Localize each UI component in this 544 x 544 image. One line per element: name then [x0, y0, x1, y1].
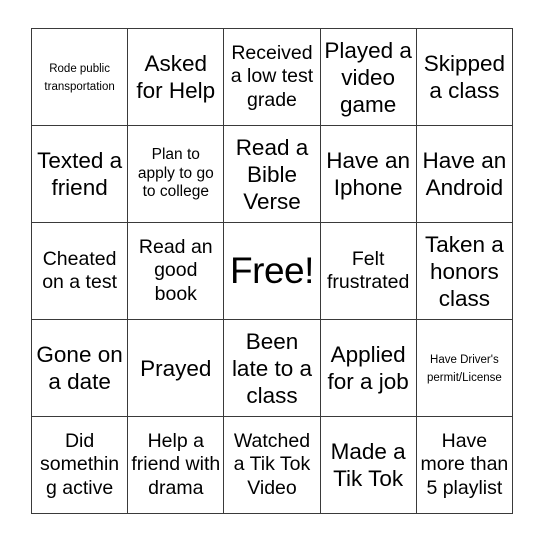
bingo-cell-r3c3[interactable]: Applied for a job — [319, 319, 417, 417]
bingo-grid-body: Rode public transportation Asked for Hel… — [30, 28, 514, 514]
bingo-cell-r1c1[interactable]: Plan to apply to go to college — [127, 125, 225, 223]
bingo-cell-r1c2[interactable]: Read a Bible Verse — [223, 125, 321, 223]
bingo-cell-text: Plan to apply to go to college — [137, 146, 214, 201]
bingo-cell-r0c4[interactable]: Skipped a class — [415, 28, 514, 126]
bingo-cell-r2c3[interactable]: Felt frustrated — [319, 222, 417, 320]
bingo-cell-text: Have an Iphone — [326, 148, 411, 200]
bingo-row: Gone on a date Prayed Been late to a cla… — [30, 319, 514, 417]
bingo-cell-text: Skipped a class — [423, 51, 506, 103]
bingo-cell-text: Read an good book — [138, 235, 213, 305]
bingo-row: Texted a friend Plan to apply to go to c… — [30, 125, 514, 223]
bingo-cell-text: Asked for Help — [136, 51, 216, 103]
bingo-cell-text: Played a video game — [324, 37, 412, 117]
bingo-cell-text: Have an Android — [422, 148, 507, 200]
bingo-cell-text: Help a friend with drama — [131, 429, 221, 499]
bingo-cell-r4c1[interactable]: Help a friend with drama — [127, 416, 225, 514]
bingo-cell-r4c2[interactable]: Watched a Tik Tok Video — [223, 416, 321, 514]
bingo-cell-r0c2[interactable]: Received a low test grade — [223, 28, 321, 126]
bingo-cell-text: Received a low test grade — [230, 41, 314, 111]
bingo-cell-text: Watched a Tik Tok Video — [233, 429, 311, 499]
bingo-cell-text: Did something active — [40, 429, 120, 499]
bingo-cell-r2c1[interactable]: Read an good book — [127, 222, 225, 320]
bingo-cell-text: Felt frustrated — [326, 247, 410, 293]
bingo-cell-text: Read a Bible Verse — [235, 134, 309, 214]
bingo-cell-r3c0[interactable]: Gone on a date — [30, 319, 129, 417]
bingo-cell-text: Have Driver's permit/License — [426, 354, 502, 384]
bingo-cell-r4c0[interactable]: Did something active — [30, 416, 129, 514]
bingo-cell-text: Cheated on a test — [42, 247, 117, 293]
bingo-cell-r0c3[interactable]: Played a video game — [319, 28, 417, 126]
bingo-cell-r0c1[interactable]: Asked for Help — [127, 28, 225, 126]
bingo-row: Rode public transportation Asked for Hel… — [30, 28, 514, 126]
bingo-cell-free-space[interactable]: Free! — [223, 222, 321, 320]
bingo-free-space-text: Free! — [230, 249, 314, 291]
bingo-row: Cheated on a test Read an good book Free… — [30, 222, 514, 320]
bingo-cell-text: Been late to a class — [231, 328, 312, 408]
bingo-cell-r1c4[interactable]: Have an Android — [415, 125, 514, 223]
bingo-cell-text: Texted a friend — [37, 148, 123, 200]
bingo-cell-r3c4[interactable]: Have Driver's permit/License — [415, 319, 514, 417]
bingo-cell-r3c1[interactable]: Prayed — [127, 319, 225, 417]
bingo-cell-text: Taken a honors class — [424, 231, 504, 311]
bingo-cell-r2c0[interactable]: Cheated on a test — [30, 222, 129, 320]
bingo-cell-text: Prayed — [140, 355, 212, 381]
bingo-cell-r4c4[interactable]: Have more than 5 playlist — [415, 416, 514, 514]
bingo-cell-r4c3[interactable]: Made a Tik Tok — [319, 416, 417, 514]
bingo-cell-text: Have more than 5 playlist — [420, 429, 509, 499]
bingo-cell-text: Rode public transportation — [44, 63, 115, 93]
bingo-cell-text: Gone on a date — [36, 342, 123, 394]
bingo-cell-r1c0[interactable]: Texted a friend — [30, 125, 129, 223]
bingo-cell-r1c3[interactable]: Have an Iphone — [319, 125, 417, 223]
bingo-cell-r2c4[interactable]: Taken a honors class — [415, 222, 514, 320]
bingo-cell-text: Applied for a job — [327, 342, 409, 394]
bingo-card: Rode public transportation Asked for Hel… — [30, 28, 514, 514]
bingo-cell-text: Made a Tik Tok — [330, 439, 406, 491]
bingo-cell-r0c0[interactable]: Rode public transportation — [30, 28, 129, 126]
bingo-cell-r3c2[interactable]: Been late to a class — [223, 319, 321, 417]
bingo-row: Did something active Help a friend with … — [30, 416, 514, 514]
